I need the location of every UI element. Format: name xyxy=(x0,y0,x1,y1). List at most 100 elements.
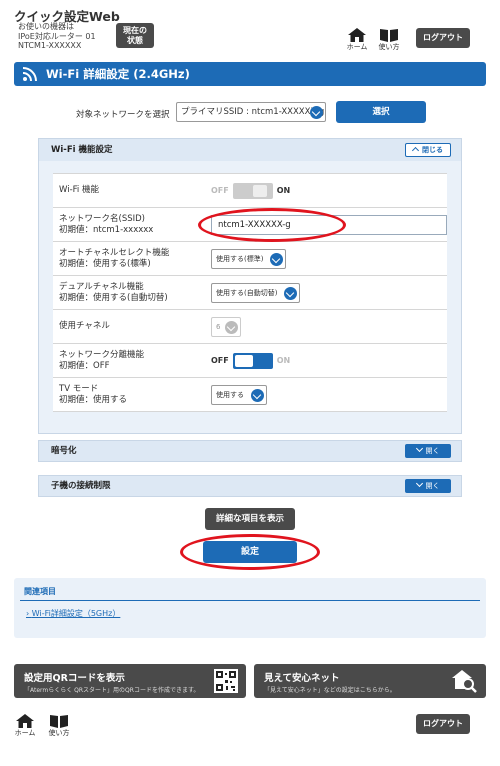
network-isolation-toggle[interactable]: OFF ON xyxy=(211,352,291,369)
setting-label: Wi-Fi 機能 xyxy=(53,173,197,208)
target-network-select[interactable]: プライマリSSID : ntcm1-XXXXXX-g xyxy=(176,102,326,122)
tv-mode-select[interactable]: 使用する xyxy=(211,384,267,405)
logout-button[interactable]: ログアウト xyxy=(416,28,470,48)
current-status-button[interactable]: 現在の 状態 xyxy=(116,23,154,48)
device-info-line: IPoE対応ルーター 01 xyxy=(18,31,96,41)
chevron-down-icon xyxy=(270,252,284,266)
qr-code-banner[interactable]: 設定用QRコードを表示 「Atermらくらく QRスタート」用のQRコードを作成… xyxy=(14,664,246,698)
secure-net-banner[interactable]: 見えて安心ネット 「見えて安心ネット」などの設定はこちらから。 xyxy=(254,664,486,698)
setting-default-text: 初期値：使用する(自動切替) xyxy=(59,292,168,303)
target-network-value: プライマリSSID : ntcm1-XXXXXX-g xyxy=(181,107,325,117)
open-client-limit-button[interactable]: 開く xyxy=(405,479,451,493)
table-row: Wi-Fi 機能 OFF ON xyxy=(53,173,447,208)
wifi-icon xyxy=(22,67,37,82)
related-link-label: Wi-Fi詳細設定（5GHz） xyxy=(31,609,121,618)
setting-label-text: TV モード xyxy=(59,383,99,394)
device-info-line: NTCM1-XXXXXX xyxy=(18,41,82,50)
setting-label-text: ネットワーク分離機能 xyxy=(59,349,145,360)
house-search-icon xyxy=(452,670,477,693)
wifi-settings-panel: Wi-Fi 機能設定 閉じる Wi-Fi 機能 OFF ON ネットワーク名(S… xyxy=(38,138,462,434)
select-value: 使用する(自動切替) xyxy=(216,288,278,297)
target-network-label: 対象ネットワークを選択 xyxy=(76,110,170,120)
qr-code-icon xyxy=(214,669,238,693)
apply-settings-button[interactable]: 設定 xyxy=(203,541,297,563)
encryption-section[interactable]: 暗号化 開く xyxy=(38,440,462,462)
chevron-down-icon xyxy=(225,320,239,334)
table-row: ネットワーク名(SSID) 初期値：ntcm1-xxxxxx ntcm1-XXX… xyxy=(53,207,447,242)
secure-banner-subtitle: 「見えて安心ネット」などの設定はこちらから。 xyxy=(264,687,396,694)
setting-label-text: オートチャネルセレクト機能 xyxy=(59,247,170,258)
page-title: Wi-Fi 詳細設定 (2.4GHz) xyxy=(46,67,190,81)
toggle-on-label: ON xyxy=(276,356,291,365)
table-row: ネットワーク分離機能 初期値：OFF OFF ON xyxy=(53,343,447,378)
secure-banner-title: 見えて安心ネット xyxy=(264,673,340,684)
setting-label: デュアルチャネル機能 初期値：使用する(自動切替) xyxy=(53,275,197,310)
footer-logout-button[interactable]: ログアウト xyxy=(416,714,470,734)
wifi-settings-header: Wi-Fi 機能設定 閉じる xyxy=(39,139,461,161)
setting-default-text: 初期値：OFF xyxy=(59,360,110,371)
open-label: 開く xyxy=(425,447,440,455)
chevron-down-icon xyxy=(284,286,298,300)
chevron-down-icon xyxy=(251,388,264,402)
setting-default-text: 初期値：使用する xyxy=(59,394,128,405)
setting-label: 使用チャネル xyxy=(53,309,197,344)
manual-button[interactable]: 使い方 xyxy=(376,28,402,54)
device-info-line: お使いの機器は xyxy=(18,22,74,31)
setting-value: OFF ON xyxy=(197,173,447,208)
auto-channel-select[interactable]: 使用する(標準) xyxy=(211,248,287,269)
setting-label: ネットワーク分離機能 初期値：OFF xyxy=(53,343,197,378)
select-value: 使用する xyxy=(216,390,244,399)
encryption-title: 暗号化 xyxy=(51,446,77,456)
status-button-label: 現在の xyxy=(123,26,147,35)
toggle-off-label: OFF xyxy=(211,356,229,365)
table-row: デュアルチャネル機能 初期値：使用する(自動切替) 使用する(自動切替) xyxy=(53,275,447,310)
client-limit-section[interactable]: 子機の接続制限 開く xyxy=(38,475,462,497)
toggle-track[interactable] xyxy=(232,182,273,199)
header: クイック設定Web お使いの機器は IPoE対応ルーター 01 NTCM1-XX… xyxy=(0,0,500,55)
home-icon xyxy=(16,714,34,728)
wifi-settings-title: Wi-Fi 機能設定 xyxy=(51,145,113,155)
page-title-bar: Wi-Fi 詳細設定 (2.4GHz) xyxy=(14,62,486,86)
home-icon xyxy=(348,28,366,42)
home-label: ホーム xyxy=(14,729,36,737)
toggle-on-label: ON xyxy=(276,186,291,195)
related-items-box: 関連項目 › Wi-Fi詳細設定（5GHz） xyxy=(14,578,486,638)
client-limit-title: 子機の接続制限 xyxy=(51,481,111,491)
setting-value: 6 xyxy=(197,309,447,344)
book-icon xyxy=(380,29,398,42)
footer-manual-button[interactable]: 使い方 xyxy=(46,714,72,740)
toggle-track[interactable] xyxy=(232,352,273,369)
table-row: 使用チャネル 6 xyxy=(53,309,447,344)
setting-default-text: 初期値：ntcm1-xxxxxx xyxy=(59,224,154,235)
footer-bar: ホーム 使い方 ログアウト xyxy=(0,708,500,748)
manual-label: 使い方 xyxy=(378,43,400,51)
select-value: 使用する(標準) xyxy=(216,254,264,263)
setting-default-text: 初期値：使用する(標準) xyxy=(59,258,151,269)
wifi-function-toggle[interactable]: OFF ON xyxy=(211,182,291,199)
toggle-knob[interactable] xyxy=(234,354,253,367)
table-row: オートチャネルセレクト機能 初期値：使用する(標準) 使用する(標準) xyxy=(53,241,447,276)
open-encryption-button[interactable]: 開く xyxy=(405,444,451,458)
setting-label: オートチャネルセレクト機能 初期値：使用する(標準) xyxy=(53,241,197,276)
ssid-input[interactable]: ntcm1-XXXXXX-g xyxy=(211,214,447,235)
related-link-5ghz[interactable]: › Wi-Fi詳細設定（5GHz） xyxy=(26,608,120,619)
toggle-off-label: OFF xyxy=(211,186,229,195)
home-button[interactable]: ホーム xyxy=(344,28,370,54)
close-label: 閉じる xyxy=(422,146,443,154)
select-value: 6 xyxy=(216,322,221,331)
setting-value: 使用する(標準) xyxy=(197,241,447,276)
dual-channel-select[interactable]: 使用する(自動切替) xyxy=(211,282,301,303)
status-button-label: 状態 xyxy=(127,36,143,45)
setting-value: ntcm1-XXXXXX-g xyxy=(197,207,447,242)
qr-banner-title: 設定用QRコードを表示 xyxy=(24,673,125,684)
channel-select[interactable]: 6 xyxy=(211,316,242,337)
setting-label-text: 使用チャネル xyxy=(59,321,110,331)
close-section-button[interactable]: 閉じる xyxy=(405,143,451,157)
toggle-knob[interactable] xyxy=(252,184,267,197)
setting-label: TV モード 初期値：使用する xyxy=(53,377,197,412)
chevron-down-icon xyxy=(310,106,323,119)
divider xyxy=(20,600,480,601)
show-details-button[interactable]: 詳細な項目を表示 xyxy=(205,508,295,530)
select-button[interactable]: 選択 xyxy=(336,101,426,123)
footer-home-button[interactable]: ホーム xyxy=(12,714,38,740)
